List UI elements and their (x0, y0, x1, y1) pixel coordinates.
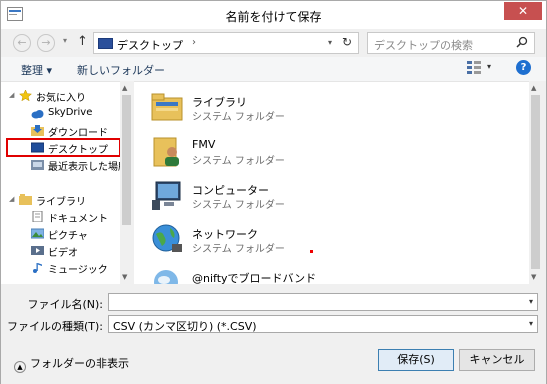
filename-input[interactable]: ▾ (108, 293, 538, 311)
sidebar-item-label: ビデオ (48, 248, 78, 259)
filetype-select[interactable]: CSV (カンマ区切り) (*.CSV) ▾ (108, 315, 538, 333)
save-button[interactable]: 保存(S) (378, 349, 454, 371)
filetype-label: ファイルの種類(T): (6, 320, 103, 333)
list-item[interactable]: ネットワーク システム フォルダー (146, 220, 526, 264)
back-button[interactable]: ← (13, 34, 31, 52)
computer-icon (152, 181, 181, 210)
view-options-icon[interactable] (467, 61, 481, 74)
sidebar-item-label: ライブラリ (36, 197, 86, 208)
address-bar[interactable]: デスクトップ › ▾ ↻ (93, 32, 359, 54)
file-name: FMV (192, 138, 216, 151)
scroll-up-icon[interactable]: ▲ (531, 84, 536, 92)
chevron-down-icon[interactable]: ▾ (529, 297, 533, 306)
scroll-down-icon[interactable]: ▼ (531, 273, 536, 281)
search-placeholder: デスクトップの検索 (374, 39, 473, 52)
user-folder-icon (153, 137, 179, 167)
list-item[interactable]: FMV システム フォルダー (146, 132, 526, 176)
hide-folders-label: フォルダーの非表示 (30, 357, 129, 370)
search-input[interactable]: デスクトップの検索 (367, 32, 535, 54)
documents-icon (32, 211, 43, 222)
network-icon (152, 224, 182, 252)
close-button[interactable]: ✕ (504, 2, 542, 20)
favorites-expand-icon[interactable]: ◢ (9, 91, 14, 99)
scrollbar-thumb[interactable] (531, 95, 540, 269)
sidebar-item-label: ピクチャ (48, 231, 88, 242)
new-folder-button[interactable]: 新しいフォルダー (77, 62, 165, 78)
libraries-expand-icon[interactable]: ◢ (9, 195, 14, 203)
pictures-icon (31, 228, 44, 239)
sidebar-item-label: ダウンロード (48, 128, 108, 139)
file-name: @niftyでブロードバンド (192, 272, 317, 284)
file-type: システム フォルダー (192, 200, 285, 211)
list-item[interactable]: @niftyでブロードバンド ショートカット (146, 264, 526, 284)
desktop-highlight-box (6, 138, 121, 157)
file-list-scrollbar[interactable]: ▲ ▼ (529, 81, 542, 284)
cloud-icon (31, 110, 44, 119)
address-location[interactable]: デスクトップ (117, 37, 183, 53)
sidebar-item-label: ミュージック (48, 265, 108, 276)
list-item[interactable]: ライブラリ システム フォルダー (146, 88, 526, 132)
sidebar-item-label: ドキュメント (48, 214, 108, 225)
sidebar-item-label: お気に入り (36, 93, 86, 104)
shortcut-icon (154, 270, 178, 284)
title-bar: 名前を付けて保存 ✕ (1, 1, 546, 29)
collapse-icon: ▲ (14, 361, 26, 373)
file-type: システム フォルダー (192, 156, 285, 167)
library-folder-icon (151, 93, 183, 121)
library-icon (19, 194, 32, 205)
recent-places-icon (31, 160, 44, 170)
hide-folders-toggle[interactable]: ▲ フォルダーの非表示 (14, 355, 129, 373)
filename-label: ファイル名(N): (27, 298, 103, 311)
sidebar-item-label: 最近表示した場所 (48, 162, 128, 173)
view-dropdown-icon[interactable]: ▾ (487, 62, 491, 71)
download-icon (31, 125, 44, 136)
organize-button[interactable]: 整理 ▾ (21, 62, 52, 78)
save-as-dialog: 名前を付けて保存 ✕ ← → ▾ ↑ デスクトップ › ▾ ↻ デスクトップの検… (0, 0, 547, 384)
address-dropdown-icon[interactable]: ▾ (328, 38, 332, 47)
search-icon[interactable] (516, 36, 528, 48)
star-icon (19, 90, 32, 101)
scrollbar-thumb[interactable] (122, 95, 131, 225)
filetype-value: CSV (カンマ区切り) (*.CSV) (113, 320, 257, 333)
cursor-marker (310, 250, 313, 253)
videos-icon (31, 246, 44, 255)
refresh-button[interactable]: ↻ (342, 35, 352, 49)
window-title: 名前を付けて保存 (225, 10, 322, 24)
navigation-scrollbar[interactable]: ▲ ▼ (120, 81, 133, 284)
navigation-pane: ◢ お気に入り SkyDrive ダウンロード デスクトップ 最近表示した場所 … (1, 81, 133, 284)
sidebar-item-label: SkyDrive (48, 107, 93, 118)
file-list-pane: ライブラリ システム フォルダー FMV システム フォルダー コンピューター … (134, 81, 542, 284)
desktop-icon (98, 38, 113, 49)
file-type: システム フォルダー (192, 244, 285, 255)
scroll-up-icon[interactable]: ▲ (122, 84, 127, 92)
breadcrumb-chevron-icon[interactable]: › (192, 37, 196, 48)
help-icon[interactable]: ? (516, 60, 531, 75)
list-item[interactable]: コンピューター システム フォルダー (146, 176, 526, 220)
recent-locations-dropdown-icon[interactable]: ▾ (63, 36, 67, 45)
command-toolbar: 整理 ▾ 新しいフォルダー ▾ ? (1, 57, 546, 81)
music-icon (33, 263, 42, 273)
forward-button[interactable]: → (37, 34, 55, 52)
cancel-button[interactable]: キャンセル (459, 349, 535, 371)
up-button[interactable]: ↑ (77, 34, 88, 49)
file-type: システム フォルダー (192, 112, 285, 123)
scroll-down-icon[interactable]: ▼ (122, 273, 127, 281)
chevron-down-icon[interactable]: ▾ (529, 319, 533, 328)
